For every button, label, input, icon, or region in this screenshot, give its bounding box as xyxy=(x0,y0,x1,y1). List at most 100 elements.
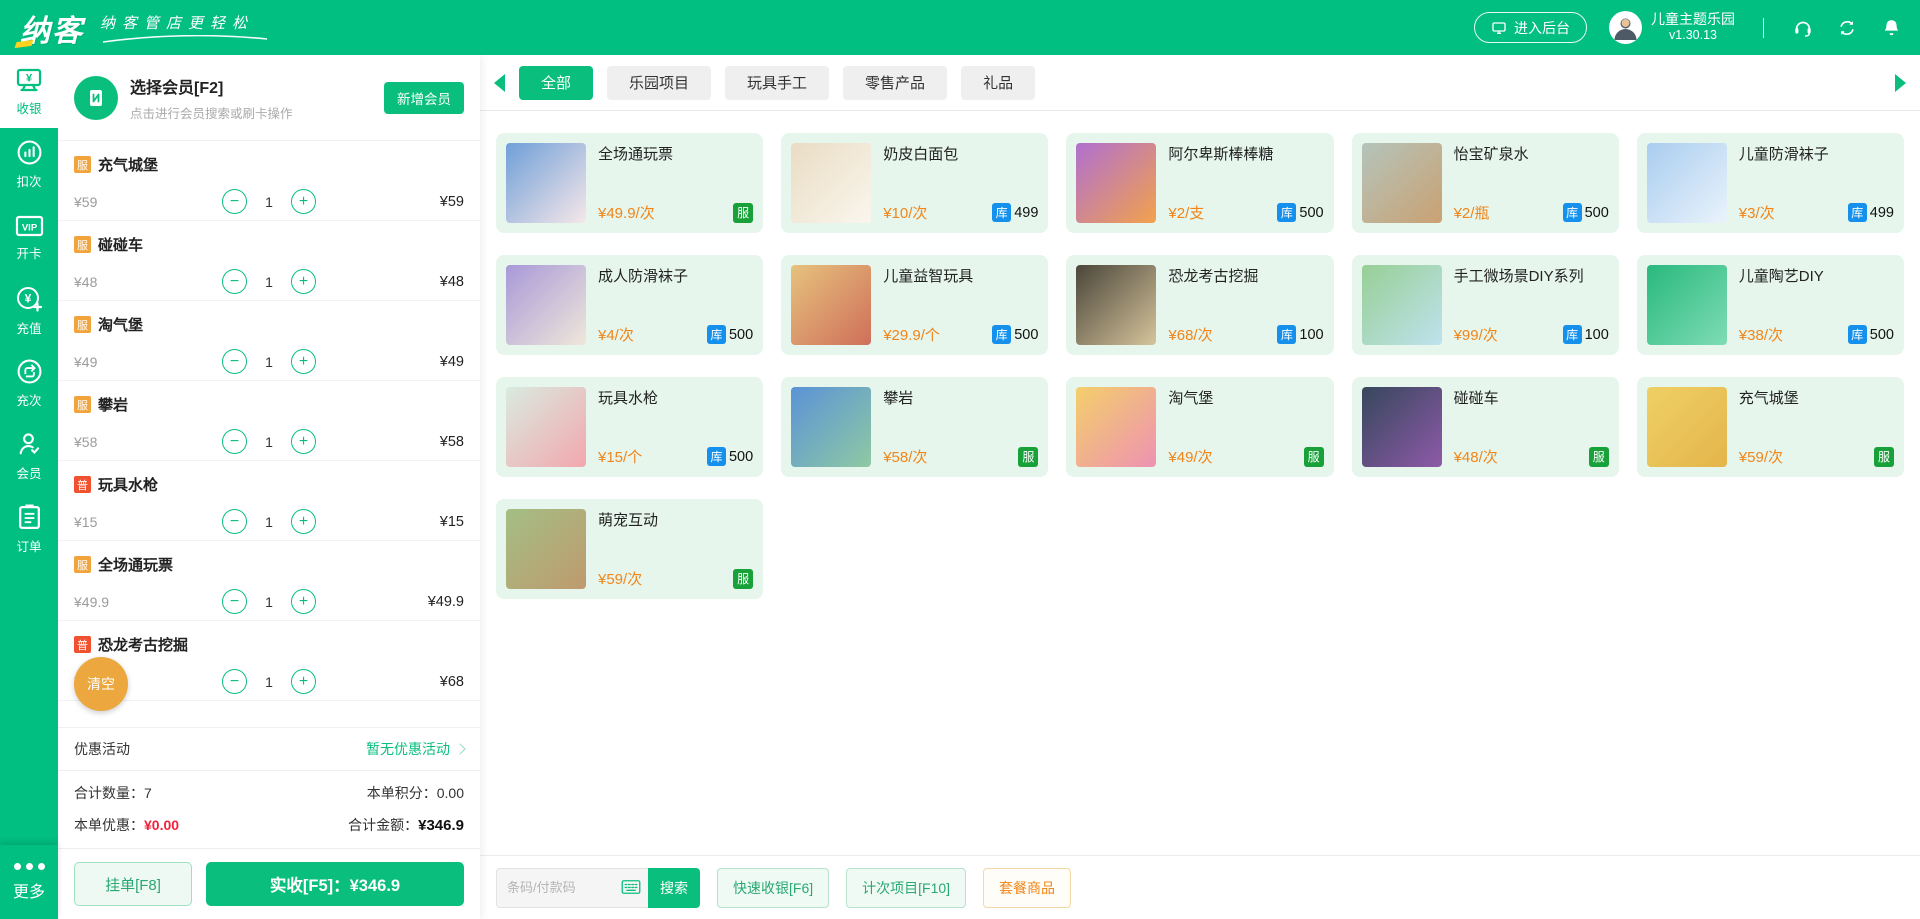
stock-chip-icon: 库 xyxy=(1563,325,1582,344)
category-tab[interactable]: 玩具手工 xyxy=(725,66,829,100)
service-badge: 服 xyxy=(1589,447,1609,467)
decrease-qty-button[interactable]: − xyxy=(222,189,247,214)
cart-item[interactable]: 服 充气城堡 ¥59 − 1 + ¥59 xyxy=(58,141,480,221)
avatar xyxy=(1609,11,1642,44)
decrease-qty-button[interactable]: − xyxy=(222,269,247,294)
sidebar-item-more[interactable]: 更多 xyxy=(0,845,58,919)
stock-chip-icon: 库 xyxy=(1563,203,1582,222)
svg-text:¥: ¥ xyxy=(26,72,33,84)
product-price: ¥99/次 xyxy=(1454,324,1563,345)
search-button[interactable]: 搜索 xyxy=(648,868,700,908)
increase-qty-button[interactable]: + xyxy=(291,269,316,294)
item-type-badge: 服 xyxy=(74,156,91,173)
product-name: 玩具水枪 xyxy=(598,387,753,408)
promo-label: 优惠活动 xyxy=(74,739,130,759)
combo-product-button[interactable]: 套餐商品 xyxy=(983,868,1071,908)
product-price: ¥38/次 xyxy=(1739,324,1848,345)
keyboard-icon[interactable] xyxy=(621,878,641,896)
amount-label: 合计金额： xyxy=(348,817,418,833)
cart-item-total: ¥68 xyxy=(316,674,464,690)
cart-item[interactable]: 服 淘气堡 ¥49 − 1 + ¥49 xyxy=(58,301,480,381)
cart-item[interactable]: 服 碰碰车 ¥48 − 1 + ¥48 xyxy=(58,221,480,301)
promo-value: 暂无优惠活动 xyxy=(366,739,450,759)
increase-qty-button[interactable]: + xyxy=(291,589,316,614)
sidebar-item-deduct-count[interactable]: 扣次 xyxy=(0,128,58,201)
cart-item[interactable]: 服 全场通玩票 ¥49.9 − 1 + ¥49.9 xyxy=(58,541,480,621)
enter-backend-button[interactable]: 进入后台 xyxy=(1474,12,1587,43)
product-card[interactable]: 充气城堡 ¥59/次 服 xyxy=(1637,377,1904,477)
clear-cart-button[interactable]: 清空 xyxy=(74,657,128,711)
product-card[interactable]: 儿童陶艺DIY ¥38/次 库 500 xyxy=(1637,255,1904,355)
product-image xyxy=(791,265,871,345)
sidebar-item-recharge-count[interactable]: 充次 xyxy=(0,347,58,420)
product-card[interactable]: 奶皮白面包 ¥10/次 库 499 xyxy=(781,133,1048,233)
stock-count: 500 xyxy=(1585,205,1609,221)
decrease-qty-button[interactable]: − xyxy=(222,509,247,534)
customer-service-icon[interactable] xyxy=(1792,17,1814,39)
product-card[interactable]: 阿尔卑斯棒棒糖 ¥2/支 库 500 xyxy=(1066,133,1333,233)
sidebar-item-recharge[interactable]: ¥ 充值 xyxy=(0,274,58,347)
scroll-left-arrow[interactable] xyxy=(494,74,505,92)
account-info[interactable]: 儿童主题乐园 v1.30.13 xyxy=(1609,11,1735,44)
stock-chip-icon: 库 xyxy=(707,447,726,466)
decrease-qty-button[interactable]: − xyxy=(222,589,247,614)
product-card[interactable]: 萌宠互动 ¥59/次 服 xyxy=(496,499,763,599)
cart-item-unit-price: ¥48 xyxy=(74,274,222,290)
increase-qty-button[interactable]: + xyxy=(291,189,316,214)
category-tab[interactable]: 全部 xyxy=(519,66,593,100)
stock-badge: 库 499 xyxy=(1848,203,1894,222)
quick-cashier-button[interactable]: 快速收银[F6] xyxy=(717,868,829,908)
sidebar-item-orders[interactable]: 订单 xyxy=(0,493,58,566)
product-card[interactable]: 儿童防滑袜子 ¥3/次 库 499 xyxy=(1637,133,1904,233)
product-card[interactable]: 恐龙考古挖掘 ¥68/次 库 100 xyxy=(1066,255,1333,355)
increase-qty-button[interactable]: + xyxy=(291,509,316,534)
stock-badge: 库 500 xyxy=(992,325,1038,344)
brand-slogan: 纳客管店更轻松 xyxy=(100,12,270,33)
product-card[interactable]: 成人防滑袜子 ¥4/次 库 500 xyxy=(496,255,763,355)
category-tab[interactable]: 乐园项目 xyxy=(607,66,711,100)
decrease-qty-button[interactable]: − xyxy=(222,669,247,694)
item-type-badge: 普 xyxy=(74,476,91,493)
hold-order-button[interactable]: 挂单[F8] xyxy=(74,862,192,906)
product-price: ¥4/次 xyxy=(598,324,707,345)
product-card[interactable]: 怡宝矿泉水 ¥2/瓶 库 500 xyxy=(1352,133,1619,233)
product-card[interactable]: 儿童益智玩具 ¥29.9/个 库 500 xyxy=(781,255,1048,355)
category-tab[interactable]: 礼品 xyxy=(961,66,1035,100)
product-price: ¥2/瓶 xyxy=(1454,202,1563,223)
increase-qty-button[interactable]: + xyxy=(291,429,316,454)
cart-summary: 合计数量：7 本单积分：0.00 本单优惠：¥0.00 合计金额：¥346.9 xyxy=(58,771,480,849)
decrease-qty-button[interactable]: − xyxy=(222,429,247,454)
notification-bell-icon[interactable] xyxy=(1880,17,1902,39)
increase-qty-button[interactable]: + xyxy=(291,349,316,374)
sidebar-item-member[interactable]: 会员 xyxy=(0,420,58,493)
sync-icon[interactable] xyxy=(1836,17,1858,39)
cart-item-total: ¥48 xyxy=(316,274,464,290)
count-item-button[interactable]: 计次项目[F10] xyxy=(846,868,966,908)
total-qty-label: 合计数量： xyxy=(74,785,144,801)
header-divider xyxy=(1763,18,1764,38)
category-tab[interactable]: 零售产品 xyxy=(843,66,947,100)
sidebar-item-cashier[interactable]: ¥ 收银 xyxy=(0,55,58,128)
scroll-right-arrow[interactable] xyxy=(1895,74,1906,92)
cart-item-name: 恐龙考古挖掘 xyxy=(98,634,188,655)
add-member-button[interactable]: 新增会员 xyxy=(384,82,464,114)
product-card[interactable]: 碰碰车 ¥48/次 服 xyxy=(1352,377,1619,477)
product-card[interactable]: 玩具水枪 ¥15/个 库 500 xyxy=(496,377,763,477)
product-card[interactable]: 淘气堡 ¥49/次 服 xyxy=(1066,377,1333,477)
brand-logo: 纳客 xyxy=(20,6,84,50)
cart-item-unit-price: ¥49.9 xyxy=(74,594,222,610)
checkout-button[interactable]: 实收[F5]：¥346.9 xyxy=(206,862,464,906)
item-type-badge: 服 xyxy=(74,396,91,413)
decrease-qty-button[interactable]: − xyxy=(222,349,247,374)
promo-row[interactable]: 优惠活动 暂无优惠活动 xyxy=(58,727,480,771)
product-card[interactable]: 手工微场景DIY系列 ¥99/次 库 100 xyxy=(1352,255,1619,355)
cart-item[interactable]: 服 攀岩 ¥58 − 1 + ¥58 xyxy=(58,381,480,461)
stock-count: 500 xyxy=(1299,205,1323,221)
product-card[interactable]: 全场通玩票 ¥49.9/次 服 xyxy=(496,133,763,233)
member-select-area[interactable]: 选择会员[F2] 点击进行会员搜索或刷卡操作 新增会员 xyxy=(58,55,480,141)
sidebar-item-vip-card[interactable]: VIP 开卡 xyxy=(0,201,58,274)
product-card[interactable]: 攀岩 ¥58/次 服 xyxy=(781,377,1048,477)
increase-qty-button[interactable]: + xyxy=(291,669,316,694)
cart-item[interactable]: 普 玩具水枪 ¥15 − 1 + ¥15 xyxy=(58,461,480,541)
cart-item-unit-price: ¥15 xyxy=(74,514,222,530)
